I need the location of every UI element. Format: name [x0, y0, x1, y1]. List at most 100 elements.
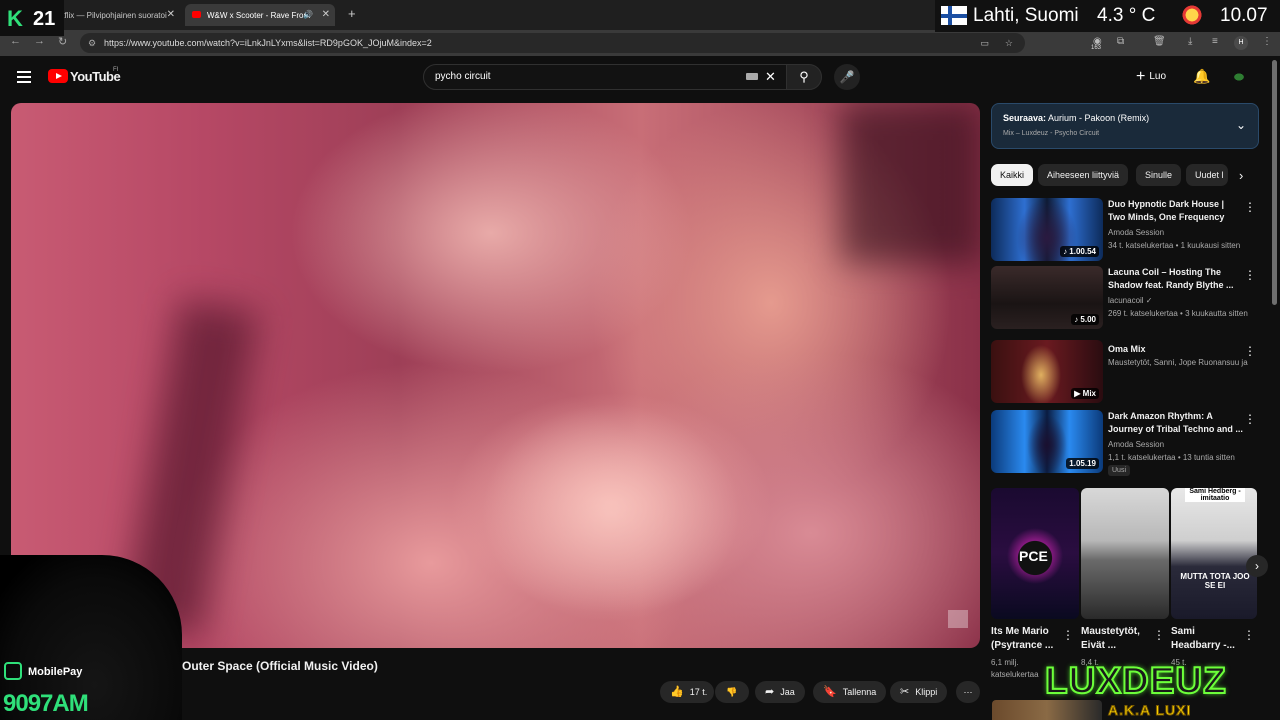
- video-watermark-icon: [948, 610, 968, 628]
- short-thumbnail[interactable]: Sami Hedberg -imitaatio MUTTA TOTA JOO S…: [1171, 488, 1257, 619]
- notifications-bell-icon[interactable]: 🔔: [1193, 68, 1210, 85]
- country-code: FI: [113, 67, 119, 73]
- close-tab-icon[interactable]: ✕: [167, 9, 175, 20]
- trash-icon[interactable]: 🗑: [1153, 36, 1166, 47]
- search-icon: ⚲: [799, 69, 809, 84]
- tab-youtube[interactable]: W&W x Scooter - Rave From 🔊 ✕: [185, 4, 335, 26]
- channel-name[interactable]: lacunacoil ✓: [1108, 296, 1153, 305]
- profile-avatar[interactable]: H: [1234, 36, 1248, 50]
- short-thumbnail[interactable]: PCE: [991, 488, 1079, 619]
- related-video[interactable]: ▶ Mix Oma Mix Maustetytöt, Sanni, Jope R…: [991, 340, 1259, 406]
- chip-next-chevron-icon[interactable]: ›: [1239, 168, 1243, 183]
- youtube-header: YouTube FI pycho circuit ✕ ⚲ 🎤 + Luo 🔔: [0, 56, 1270, 100]
- short-thumbnail[interactable]: [1081, 488, 1169, 619]
- video-thumbnail[interactable]: ♪ 5.00: [991, 266, 1103, 329]
- more-options-icon[interactable]: ⋮: [1243, 628, 1255, 642]
- cast-icon[interactable]: ▭: [980, 33, 989, 53]
- channel-names[interactable]: Maustetytöt, Sanni, Jope Ruonansuu ja ..…: [1108, 358, 1248, 367]
- related-video[interactable]: ♪ 1.00.54 Duo Hypnotic Dark House | Two …: [991, 198, 1259, 264]
- extensions-puzzle-icon[interactable]: ⧉: [1117, 36, 1124, 47]
- video-title[interactable]: Oma Mix: [1108, 343, 1243, 356]
- up-next-subtitle: Mix – Luxdeuz - Psycho Circuit: [1003, 130, 1100, 137]
- more-options-icon[interactable]: ⋮: [1244, 412, 1256, 426]
- forward-icon[interactable]: →: [34, 35, 45, 47]
- chevron-right-icon: ›: [1255, 559, 1259, 573]
- weather-overlay: Lahti, Suomi 4.3 ° C 10.07: [935, 0, 1280, 32]
- more-options-icon[interactable]: ⋮: [1153, 628, 1165, 642]
- up-next-prefix: Seuraava:: [1003, 113, 1047, 123]
- create-button[interactable]: + Luo: [1136, 68, 1166, 86]
- menu-dots-icon[interactable]: ⋮: [1262, 36, 1272, 47]
- media-icon[interactable]: ≡: [1212, 36, 1218, 47]
- hamburger-menu-icon[interactable]: [17, 71, 31, 83]
- chip-for-you[interactable]: Sinulle: [1136, 164, 1182, 186]
- video-meta: 1,1 t. katselukertaa • 13 tuntia sitten: [1108, 453, 1235, 462]
- new-badge: Uusi: [1108, 465, 1131, 476]
- more-options-icon[interactable]: ⋮: [1062, 628, 1074, 642]
- search-button[interactable]: ⚲: [786, 64, 822, 90]
- related-video[interactable]: ♪ 5.00 Lacuna Coil – Hosting The Shadow …: [991, 266, 1259, 332]
- short-title[interactable]: Maustetytöt, Eivät ...: [1081, 625, 1157, 653]
- streamer-name-overlay: LUXDEUZ: [1044, 659, 1227, 702]
- video-player[interactable]: [11, 103, 980, 648]
- scrollbar[interactable]: [1272, 60, 1277, 305]
- mobilepay-icon: [4, 662, 22, 680]
- clip-button[interactable]: ✂ Klippi: [890, 681, 948, 703]
- weather-city: Lahti, Suomi: [973, 5, 1079, 26]
- more-actions-button[interactable]: ⋯: [956, 681, 980, 703]
- bookmark-star-icon[interactable]: ☆: [1005, 33, 1013, 53]
- clear-search-icon[interactable]: ✕: [765, 69, 776, 85]
- like-button[interactable]: 👍 17 t.: [660, 681, 714, 703]
- video-thumbnail[interactable]: ♪ 1.00.54: [991, 198, 1103, 261]
- video-title[interactable]: Duo Hypnotic Dark House | Two Minds, One…: [1108, 198, 1243, 224]
- mobilepay-number: 9097AM: [3, 690, 89, 717]
- chevron-down-icon[interactable]: ⌄: [1236, 118, 1246, 132]
- extension-badge: 163: [1091, 45, 1102, 51]
- share-icon: ➦: [765, 686, 775, 698]
- search-input[interactable]: pycho circuit: [423, 64, 787, 90]
- video-thumbnail[interactable]: ▶ Mix: [991, 340, 1103, 403]
- address-bar[interactable]: ⚙ https://www.youtube.com/watch?v=iLnkJn…: [80, 33, 1025, 53]
- short-meta: 6,1 milj. katselukertaa: [991, 658, 1039, 679]
- chip-new[interactable]: Uudet l: [1186, 164, 1228, 186]
- up-next-title: Aurium - Pakoon (Remix): [1048, 113, 1150, 123]
- channel-name[interactable]: Amoda Session: [1108, 228, 1164, 237]
- reload-icon[interactable]: ↻: [58, 35, 67, 48]
- video-title[interactable]: Lacuna Coil – Hosting The Shadow feat. R…: [1108, 266, 1243, 292]
- more-options-icon[interactable]: ⋮: [1244, 344, 1256, 358]
- video-frame-highlight: [481, 403, 741, 623]
- channel-name[interactable]: Amoda Session: [1108, 440, 1164, 449]
- clock-time: 10.07: [1220, 5, 1268, 26]
- keyboard-icon[interactable]: [746, 73, 758, 80]
- download-icon[interactable]: ⤓: [1188, 36, 1192, 47]
- close-tab-icon[interactable]: ✕: [322, 9, 330, 20]
- youtube-logo-icon[interactable]: [48, 69, 68, 83]
- up-next-panel[interactable]: Seuraava: Aurium - Pakoon (Remix) Mix – …: [991, 103, 1259, 149]
- related-video[interactable]: 1.05.19 Dark Amazon Rhythm: A Journey of…: [991, 410, 1259, 476]
- share-button[interactable]: ➦ Jaa: [755, 681, 805, 703]
- browser-toolbar: ← → ↻ ⚙ https://www.youtube.com/watch?v=…: [0, 30, 1280, 56]
- account-avatar[interactable]: [1228, 69, 1250, 85]
- short-title[interactable]: Sami Headbarry -...: [1171, 625, 1247, 653]
- shorts-next-button[interactable]: ›: [1246, 555, 1268, 577]
- more-options-icon[interactable]: ⋮: [1244, 268, 1256, 282]
- video-title[interactable]: Dark Amazon Rhythm: A Journey of Tribal …: [1108, 410, 1243, 436]
- new-tab-button[interactable]: +: [348, 6, 356, 21]
- short-title[interactable]: Its Me Mario (Psytrance ...: [991, 625, 1067, 653]
- back-icon[interactable]: ←: [10, 35, 21, 47]
- youtube-favicon-icon: [192, 11, 201, 18]
- more-options-icon[interactable]: ⋮: [1244, 200, 1256, 214]
- next-row-thumbnail[interactable]: [992, 700, 1102, 720]
- voice-search-button[interactable]: 🎤: [834, 64, 860, 90]
- site-info-icon[interactable]: ⚙: [88, 33, 96, 53]
- chip-all[interactable]: Kaikki: [991, 164, 1034, 186]
- video-thumbnail[interactable]: 1.05.19: [991, 410, 1103, 473]
- chip-related[interactable]: Aiheeseen liittyviä: [1038, 164, 1129, 186]
- dislike-button[interactable]: 👎: [715, 681, 749, 703]
- scissors-icon: ✂: [900, 686, 910, 698]
- video-meta: 34 t. katselukertaa • 1 kuukausi sitten: [1108, 241, 1241, 250]
- audio-playing-icon[interactable]: 🔊: [303, 10, 313, 19]
- weather-temp: 4.3 ° C: [1097, 5, 1156, 26]
- save-button[interactable]: 🔖 Tallenna: [813, 681, 887, 703]
- plus-icon: +: [1136, 68, 1146, 85]
